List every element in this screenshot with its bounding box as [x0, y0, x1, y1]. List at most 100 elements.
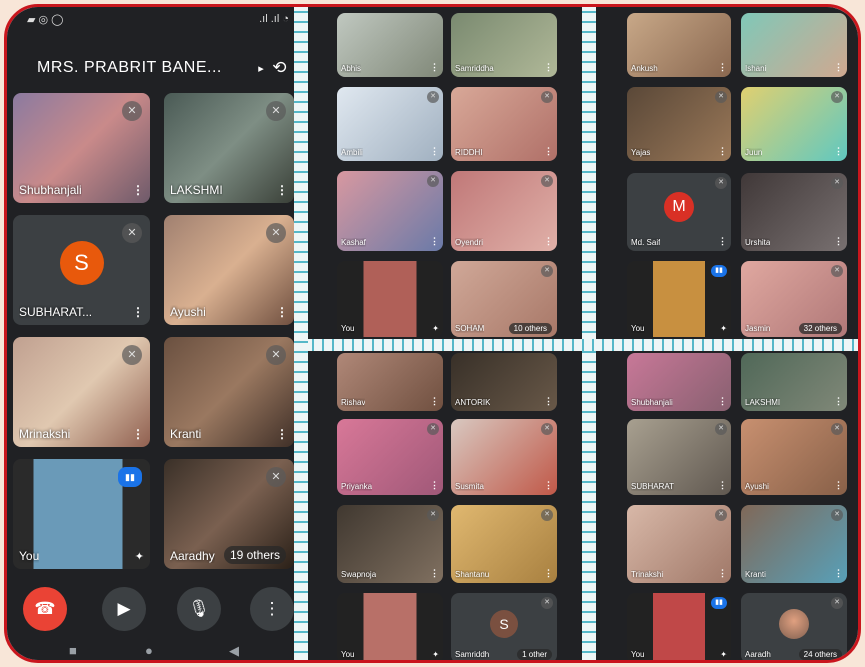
participant-tile[interactable]: ✕ M Md. Saif ⋮ — [627, 173, 731, 251]
sparkle-icon[interactable]: ✦ — [720, 650, 727, 659]
more-vert-icon[interactable]: ⋮ — [718, 396, 727, 407]
participant-name: You — [19, 549, 40, 563]
mic-off-icon: ✕ — [715, 91, 727, 103]
participant-tile[interactable]: ✕ Susmita ⋮ — [451, 419, 557, 495]
sparkle-icon[interactable]: ✦ — [432, 324, 439, 333]
recents-icon[interactable]: ■ — [69, 643, 77, 658]
more-vert-icon[interactable]: ⋮ — [718, 62, 727, 73]
participant-tile[interactable]: ✕ Shubhanjali ⋮ — [13, 93, 150, 203]
participant-tile[interactable]: ✕ Kranti ⋮ — [164, 337, 294, 447]
more-vert-icon[interactable]: ⋮ — [544, 146, 553, 157]
more-vert-icon[interactable]: ⋮ — [834, 568, 843, 579]
more-vert-icon[interactable]: ⋮ — [544, 396, 553, 407]
others-count[interactable]: 24 others — [798, 649, 842, 660]
participant-tile[interactable]: ✕ SUBHARAT ⋮ — [627, 419, 731, 495]
participant-tile[interactable]: ✕ S SUBHARAT... ⋮ — [13, 215, 150, 325]
sparkle-icon[interactable]: ✦ — [720, 324, 727, 333]
mic-off-icon: ✕ — [541, 265, 553, 277]
more-options-button[interactable]: ⋮ — [250, 587, 294, 631]
others-count[interactable]: 1 other — [517, 649, 552, 660]
more-vert-icon[interactable]: ⋮ — [544, 480, 553, 491]
participant-tile[interactable]: ✕ Ayushi ⋮ — [164, 215, 294, 325]
more-vert-icon[interactable]: ⋮ — [544, 236, 553, 247]
participant-tile[interactable]: ✕ LAKSHMI ⋮ — [164, 93, 294, 203]
more-vert-icon[interactable]: ⋮ — [132, 427, 144, 441]
participant-tile[interactable]: ✕ Mrinakshi ⋮ — [13, 337, 150, 447]
sparkle-icon[interactable]: ✦ — [432, 650, 439, 659]
sparkle-icon[interactable]: ✦ — [135, 550, 144, 563]
participant-tile[interactable]: LAKSHMI ⋮ — [741, 353, 847, 411]
participant-tile[interactable]: ✕ Swapnoja ⋮ — [337, 505, 443, 583]
participant-tile[interactable]: ✕ Priyanka ⋮ — [337, 419, 443, 495]
self-view-tile[interactable]: You ✦ — [337, 261, 443, 337]
more-vert-icon[interactable]: ⋮ — [718, 480, 727, 491]
participant-tile[interactable]: Rishav ⋮ — [337, 353, 443, 411]
participant-tile[interactable]: ✕ Ayushi ⋮ — [741, 419, 847, 495]
more-vert-icon[interactable]: ⋮ — [718, 568, 727, 579]
mic-off-icon: ✕ — [831, 509, 843, 521]
more-vert-icon[interactable]: ⋮ — [276, 427, 288, 441]
participant-tile[interactable]: ✕ Shantanu ⋮ — [451, 505, 557, 583]
more-vert-icon[interactable]: ⋮ — [834, 236, 843, 247]
participant-tile[interactable]: Ankush ⋮ — [627, 13, 731, 77]
participant-name: Aaradhy — [170, 549, 215, 563]
more-vert-icon[interactable]: ⋮ — [132, 183, 144, 197]
mic-off-icon: ✕ — [266, 467, 286, 487]
participant-name: Samriddha — [455, 64, 494, 73]
participant-tile[interactable]: Samriddha ⋮ — [451, 13, 557, 77]
more-vert-icon[interactable]: ⋮ — [544, 62, 553, 73]
switch-camera-icon[interactable]: ⟲ — [272, 58, 287, 78]
participant-name: Mrinakshi — [19, 427, 71, 441]
self-view-tile[interactable]: You ✦ — [337, 593, 443, 660]
more-vert-icon[interactable]: ⋮ — [430, 568, 439, 579]
participant-tile[interactable]: ANTORIK ⋮ — [451, 353, 557, 411]
more-vert-icon[interactable]: ⋮ — [718, 146, 727, 157]
participant-tile[interactable]: ✕ RIDDHI ⋮ — [451, 87, 557, 161]
participant-tile[interactable]: ✕ Kashaf ⋮ — [337, 171, 443, 251]
others-count[interactable]: 10 others — [508, 323, 552, 334]
participant-tile[interactable]: ✕ Ambili ⋮ — [337, 87, 443, 161]
participant-name: You — [341, 324, 355, 333]
meeting-title[interactable]: MRS. PRABRIT BANE... — [37, 59, 250, 77]
more-vert-icon[interactable]: ⋮ — [276, 305, 288, 319]
more-vert-icon[interactable]: ⋮ — [430, 146, 439, 157]
participant-tile[interactable]: ✕ Juun ⋮ — [741, 87, 847, 161]
participant-tile[interactable]: ✕ Urshita ⋮ — [741, 173, 847, 251]
others-count[interactable]: 32 others — [798, 323, 842, 334]
more-vert-icon[interactable]: ⋮ — [276, 183, 288, 197]
participant-tile[interactable]: ✕ Jasmin 32 others — [741, 261, 847, 337]
more-vert-icon[interactable]: ⋮ — [430, 62, 439, 73]
participant-tile[interactable]: ✕ Oyendri ⋮ — [451, 171, 557, 251]
home-icon[interactable]: ● — [145, 643, 153, 658]
more-vert-icon[interactable]: ⋮ — [834, 396, 843, 407]
more-vert-icon[interactable]: ⋮ — [834, 146, 843, 157]
self-view-tile[interactable]: ▮▮ You ✦ — [627, 261, 731, 337]
more-vert-icon[interactable]: ⋮ — [834, 480, 843, 491]
more-vert-icon[interactable]: ⋮ — [430, 236, 439, 247]
participant-tile[interactable]: ✕ Aaradh 24 others — [741, 593, 847, 660]
participant-tile[interactable]: ✕ Trinakshi ⋮ — [627, 505, 731, 583]
mic-button[interactable]: 🎙 — [177, 587, 221, 631]
self-view-tile[interactable]: ▮▮ You ✦ — [627, 593, 731, 660]
participant-tile[interactable]: Shubhanjali ⋮ — [627, 353, 731, 411]
participant-tile[interactable]: ✕ Yajas ⋮ — [627, 87, 731, 161]
camera-button[interactable]: ▶ — [102, 587, 146, 631]
participant-tile[interactable]: ✕ SOHAM 10 others — [451, 261, 557, 337]
more-vert-icon[interactable]: ⋮ — [544, 568, 553, 579]
mic-off-icon: ✕ — [427, 423, 439, 435]
more-vert-icon[interactable]: ⋮ — [834, 62, 843, 73]
self-view-tile[interactable]: ▮▮ You ✦ — [13, 459, 150, 569]
back-icon[interactable]: ◀ — [229, 643, 239, 659]
participant-tile[interactable]: Ishani ⋮ — [741, 13, 847, 77]
participant-tile[interactable]: ✕ S Samriddh 1 other — [451, 593, 557, 660]
caret-right-icon[interactable]: ▸ — [258, 62, 264, 75]
participant-tile[interactable]: ✕ Kranti ⋮ — [741, 505, 847, 583]
more-vert-icon[interactable]: ⋮ — [430, 480, 439, 491]
more-vert-icon[interactable]: ⋮ — [132, 305, 144, 319]
participant-tile[interactable]: ✕ Aaradhy 19 others — [164, 459, 294, 569]
others-count[interactable]: 19 others — [223, 546, 286, 564]
more-vert-icon[interactable]: ⋮ — [718, 236, 727, 247]
more-vert-icon[interactable]: ⋮ — [430, 396, 439, 407]
participant-tile[interactable]: Abhis ⋮ — [337, 13, 443, 77]
end-call-button[interactable]: ☎ — [23, 587, 67, 631]
